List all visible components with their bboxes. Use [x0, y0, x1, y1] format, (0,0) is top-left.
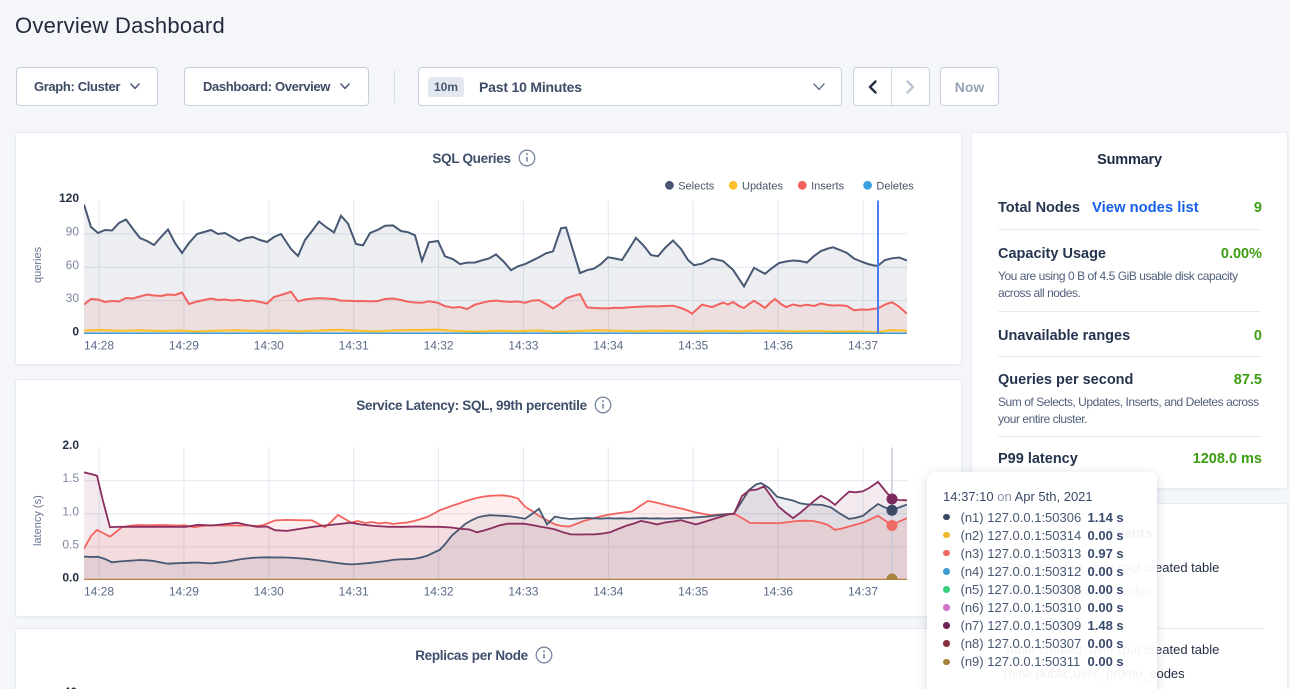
svg-text:Selects: Selects — [678, 180, 715, 192]
svg-text:14:37: 14:37 — [848, 339, 878, 353]
svg-text:14:30: 14:30 — [254, 339, 284, 353]
svg-text:14:35: 14:35 — [678, 339, 708, 353]
svg-text:0.5: 0.5 — [62, 537, 79, 551]
svg-text:14:28: 14:28 — [84, 339, 114, 353]
svg-text:14:35: 14:35 — [678, 585, 708, 599]
svg-text:Inserts: Inserts — [811, 180, 845, 192]
svg-text:14:29: 14:29 — [169, 585, 199, 599]
svg-text:14:29: 14:29 — [169, 339, 199, 353]
svg-text:14:32: 14:32 — [424, 339, 454, 353]
svg-text:14:37: 14:37 — [848, 585, 878, 599]
svg-text:14:28: 14:28 — [84, 585, 114, 599]
svg-text:14:31: 14:31 — [339, 339, 369, 353]
svg-text:2.0: 2.0 — [62, 438, 79, 452]
svg-text:0: 0 — [72, 325, 79, 339]
svg-text:1.0: 1.0 — [62, 504, 79, 518]
svg-text:14:34: 14:34 — [593, 585, 623, 599]
svg-text:14:30: 14:30 — [254, 585, 284, 599]
svg-text:14:32: 14:32 — [424, 585, 454, 599]
svg-text:Updates: Updates — [742, 180, 783, 192]
svg-text:14:36: 14:36 — [763, 339, 793, 353]
svg-text:14:33: 14:33 — [508, 585, 538, 599]
svg-text:60: 60 — [66, 258, 80, 272]
svg-text:120: 120 — [59, 191, 79, 205]
svg-text:14:36: 14:36 — [763, 585, 793, 599]
svg-text:Deletes: Deletes — [876, 180, 914, 192]
svg-text:14:31: 14:31 — [339, 585, 369, 599]
svg-text:14:33: 14:33 — [508, 339, 538, 353]
svg-text:14:34: 14:34 — [593, 339, 623, 353]
svg-text:30: 30 — [66, 291, 80, 305]
svg-text:0.0: 0.0 — [62, 571, 79, 585]
svg-text:90: 90 — [66, 224, 80, 238]
svg-text:1.5: 1.5 — [62, 471, 79, 485]
